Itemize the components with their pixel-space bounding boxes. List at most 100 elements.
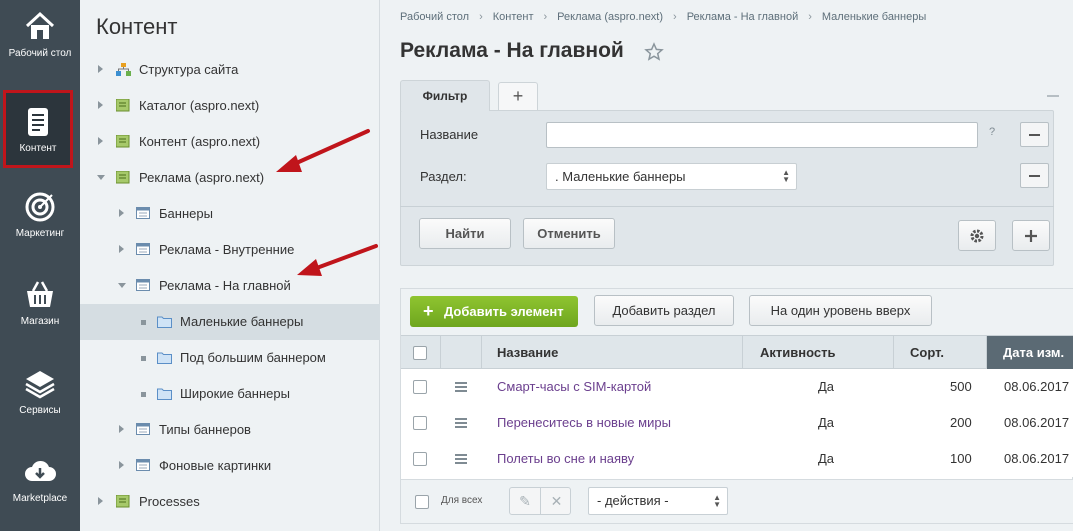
table-row[interactable]: Полеты во сне и наяву Да 100 08.06.2017	[401, 441, 1073, 477]
expand-arrow-icon[interactable]	[119, 245, 124, 253]
element-date: 08.06.2017	[1004, 379, 1070, 394]
bullet-icon	[141, 356, 146, 361]
expand-arrow-icon[interactable]	[98, 101, 103, 109]
breadcrumb-link[interactable]: Контент	[493, 11, 534, 23]
help-icon[interactable]: ?	[989, 126, 995, 138]
menu-item-content[interactable]: Контент	[3, 90, 73, 168]
menu-item-marketplace[interactable]: Marketplace	[0, 445, 80, 525]
breadcrumb-link[interactable]: Реклама - На главной	[687, 11, 799, 23]
row-checkbox[interactable]	[413, 452, 427, 466]
tree-item-banner-types[interactable]: Типы баннеров	[80, 412, 380, 448]
tree-item-wide-banners[interactable]: Широкие баннеры	[80, 376, 380, 412]
level-up-button[interactable]: На один уровень вверх	[749, 295, 932, 326]
bullet-icon	[141, 392, 146, 397]
find-button[interactable]: Найти	[419, 218, 511, 249]
row-menu-icon[interactable]	[455, 454, 467, 464]
expand-arrow-icon[interactable]	[98, 65, 103, 73]
iblock-icon	[136, 207, 150, 219]
menu-item-shop[interactable]: Магазин	[0, 268, 80, 348]
tree-title: Контент	[96, 14, 178, 39]
expand-arrow-icon[interactable]	[119, 425, 124, 433]
actions-select[interactable]: - действия - ▲ ▼	[588, 487, 728, 515]
delete-cross-icon[interactable]: ✕	[541, 488, 572, 514]
tree-item-label: Processes	[139, 494, 200, 509]
plus-icon: +	[423, 301, 434, 321]
expand-arrow-icon[interactable]	[98, 137, 103, 145]
group-actions: ✎ ✕	[509, 487, 571, 515]
minus-icon	[1029, 134, 1040, 136]
select-all-checkbox[interactable]	[413, 346, 427, 360]
edit-pencil-icon[interactable]: ✎	[510, 488, 541, 514]
column-active[interactable]: Активность	[743, 336, 894, 369]
home-icon	[25, 11, 55, 39]
breadcrumb-link[interactable]: Реклама (aspro.next)	[557, 11, 663, 23]
menu-item-label: Магазин	[20, 316, 60, 327]
expand-arrow-icon[interactable]	[119, 461, 124, 469]
add-filter-tab-button[interactable]: +	[498, 82, 538, 111]
tree-item-banners[interactable]: Баннеры	[80, 196, 380, 232]
filter-divider	[400, 206, 1054, 207]
add-section-button[interactable]: Добавить раздел	[594, 295, 734, 326]
section-select[interactable]: . Маленькие баннеры ▲ ▼	[546, 163, 797, 190]
row-menu-icon[interactable]	[455, 418, 467, 428]
folder-icon	[157, 316, 172, 328]
element-sort: 100	[950, 451, 972, 466]
remove-section-field-button[interactable]	[1020, 163, 1049, 188]
filter-settings-button[interactable]	[958, 220, 996, 251]
element-name-link[interactable]: Смарт-часы с SIM-картой	[497, 379, 651, 394]
tree-item-site-structure[interactable]: Структура сайта	[80, 52, 380, 88]
collapse-filter-icon[interactable]	[1047, 95, 1059, 97]
gear-icon	[970, 229, 984, 243]
tree-item-ads-aspro[interactable]: Реклама (aspro.next)	[80, 160, 380, 196]
folder-icon	[157, 352, 172, 364]
menu-item-desktop[interactable]: Рабочий стол	[0, 0, 80, 80]
table-row[interactable]: Смарт-часы с SIM-картой Да 500 08.06.201…	[401, 369, 1073, 405]
tree-item-ads-internal[interactable]: Реклама - Внутренние	[80, 232, 380, 268]
tree-item-background-images[interactable]: Фоновые картинки	[80, 448, 380, 484]
name-filter-input[interactable]	[546, 122, 978, 148]
tree-item-content-aspro[interactable]: Контент (aspro.next)	[80, 124, 380, 160]
add-element-label: Добавить элемент	[444, 304, 564, 319]
list-toolbar: + Добавить элемент Добавить раздел На од…	[401, 289, 1073, 335]
actions-header	[441, 336, 482, 369]
element-date: 08.06.2017	[1004, 415, 1070, 430]
tree-item-under-big-banner[interactable]: Под большим баннером	[80, 340, 380, 376]
tree-item-label: Контент (aspro.next)	[139, 134, 261, 149]
tree-item-ads-main[interactable]: Реклама - На главной	[80, 268, 380, 304]
tab-filter[interactable]: Фильтр	[400, 80, 490, 111]
cancel-button[interactable]: Отменить	[523, 218, 615, 249]
remove-name-field-button[interactable]	[1020, 122, 1049, 147]
expand-arrow-icon[interactable]	[119, 209, 124, 217]
breadcrumb-link[interactable]: Рабочий стол	[400, 11, 469, 23]
favorite-star-icon[interactable]	[644, 42, 664, 62]
cloud-download-icon	[25, 460, 56, 481]
minus-icon	[1029, 175, 1040, 177]
tree-item-label: Баннеры	[159, 206, 213, 221]
breadcrumb-link[interactable]: Маленькие баннеры	[822, 11, 926, 23]
collapse-arrow-icon[interactable]	[97, 175, 105, 180]
menu-item-services[interactable]: Сервисы	[0, 357, 80, 437]
menu-item-marketing[interactable]: Маркетинг	[0, 180, 80, 260]
row-checkbox[interactable]	[413, 380, 427, 394]
iblock-type-icon	[116, 135, 130, 148]
column-sort[interactable]: Сорт.	[894, 336, 987, 369]
menu-item-label: Контент	[19, 143, 57, 154]
element-name-link[interactable]: Перенеситесь в новые миры	[497, 415, 671, 430]
column-name[interactable]: Название	[482, 336, 743, 369]
row-checkbox[interactable]	[413, 416, 427, 430]
add-element-button[interactable]: + Добавить элемент	[410, 296, 578, 327]
element-name-link[interactable]: Полеты во сне и наяву	[497, 451, 634, 466]
expand-arrow-icon[interactable]	[98, 497, 103, 505]
collapse-arrow-icon[interactable]	[118, 283, 126, 288]
row-menu-icon[interactable]	[455, 382, 467, 392]
add-filter-field-button[interactable]	[1012, 220, 1050, 251]
menu-item-label: Marketplace	[12, 493, 68, 504]
tree-item-catalog[interactable]: Каталог (aspro.next)	[80, 88, 380, 124]
tree-item-processes[interactable]: Processes	[80, 484, 380, 520]
column-date-modified[interactable]: Дата изм.	[987, 336, 1073, 369]
tree-item-small-banners[interactable]: Маленькие баннеры	[80, 304, 380, 340]
tree-item-label: Типы баннеров	[159, 422, 251, 437]
apply-for-all-checkbox[interactable]	[415, 495, 429, 509]
table-row[interactable]: Перенеситесь в новые миры Да 200 08.06.2…	[401, 405, 1073, 441]
actions-select-value: - действия -	[597, 493, 669, 508]
